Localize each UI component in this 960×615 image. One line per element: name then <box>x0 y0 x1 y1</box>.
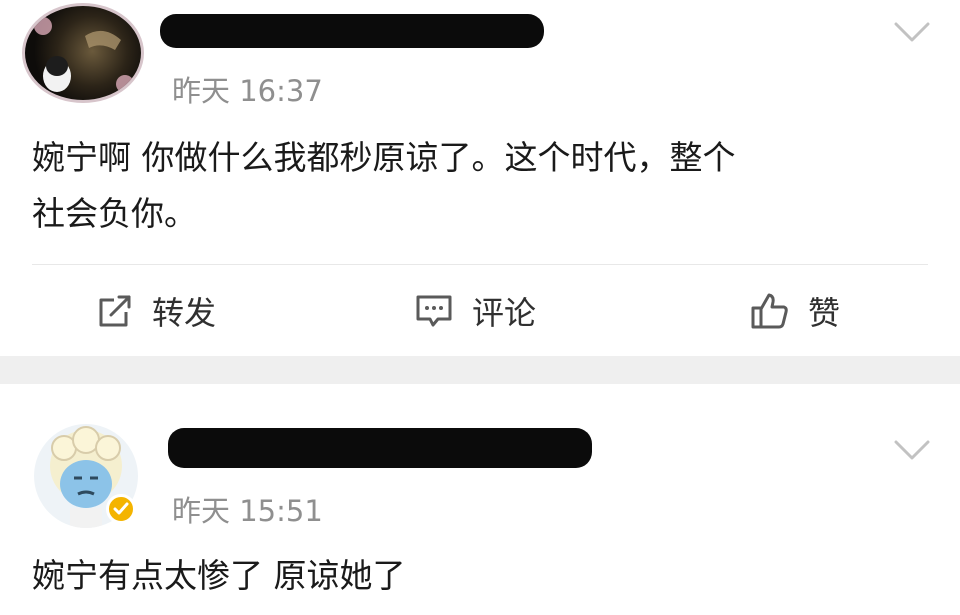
comment-label: 评论 <box>472 294 537 332</box>
like-label: 赞 <box>808 294 841 332</box>
post-separator <box>0 356 960 384</box>
chevron-down-icon[interactable] <box>894 438 930 462</box>
comment-icon <box>416 295 452 327</box>
comment-button[interactable]: 评论 <box>414 286 536 336</box>
avatar[interactable] <box>22 3 144 103</box>
post-content-line: 社会负你。 <box>32 194 197 233</box>
chevron-down-icon[interactable] <box>894 20 930 44</box>
verified-badge-icon <box>106 494 136 524</box>
like-button[interactable]: 赞 <box>750 286 840 336</box>
post-time: 昨天 16:37 <box>172 74 323 108</box>
username-redacted[interactable] <box>168 428 592 468</box>
post-card: 昨天 15:51 婉宁有点太惨了 原谅她了 <box>0 384 960 615</box>
divider <box>32 264 928 265</box>
repost-label: 转发 <box>152 294 217 332</box>
post-time: 昨天 15:51 <box>172 494 323 528</box>
post-card: 昨天 16:37 婉宁啊 你做什么我都秒原谅了。这个时代，整个 社会负你。 转发… <box>0 0 960 356</box>
username-redacted[interactable] <box>160 14 544 48</box>
thumbs-up-icon <box>751 293 788 329</box>
post-content-line: 婉宁啊 你做什么我都秒原谅了。这个时代，整个 <box>32 138 736 177</box>
avatar-image <box>34 17 134 93</box>
repost-button[interactable]: 转发 <box>96 286 216 336</box>
post-content: 婉宁有点太惨了 原谅她了 <box>32 556 406 595</box>
repost-icon <box>99 295 131 327</box>
